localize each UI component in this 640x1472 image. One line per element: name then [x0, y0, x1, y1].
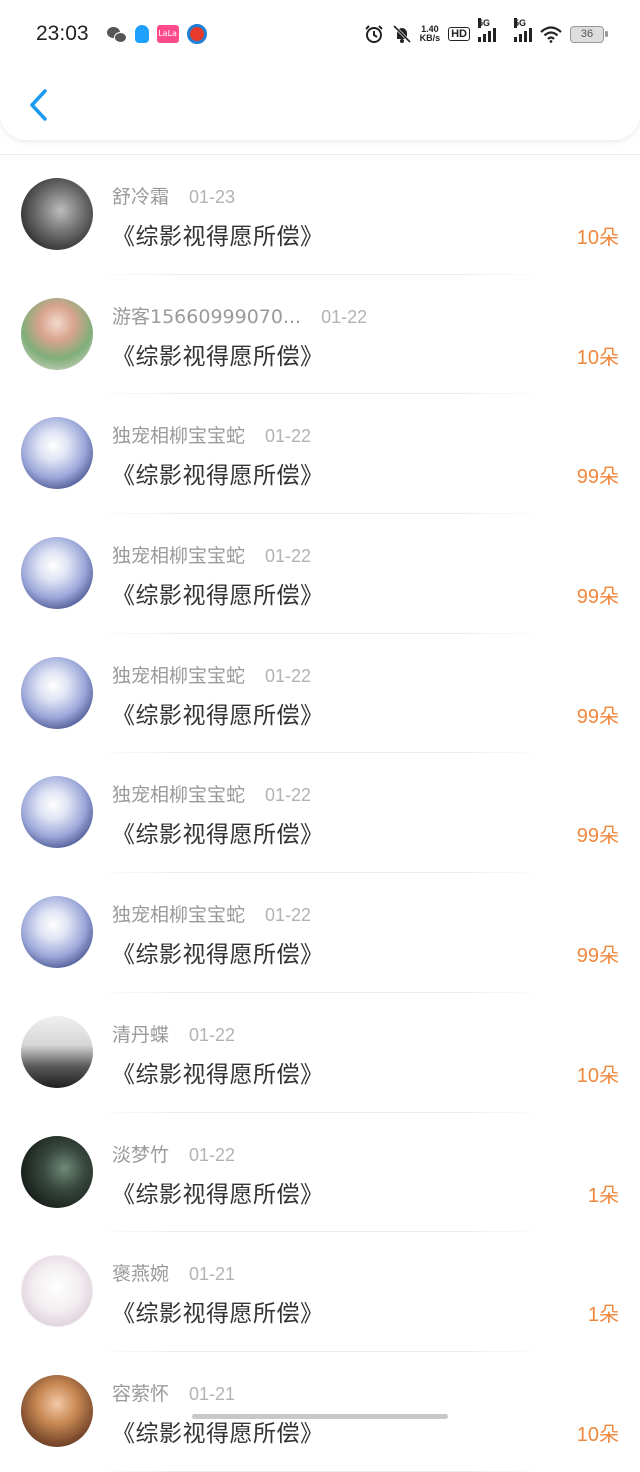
list-item[interactable]: 淡梦竹 01-22 《综影视得愿所偿》 1朵 — [0, 1113, 640, 1233]
user-name[interactable]: 清丹蝶 — [112, 1020, 169, 1047]
user-name[interactable]: 容萦怀 — [112, 1379, 169, 1406]
avatar[interactable] — [21, 1374, 93, 1447]
telecom-icon — [186, 24, 207, 44]
flower-amount: 10朵 — [576, 1062, 619, 1087]
user-info: 舒冷霜 01-23 — [112, 182, 235, 209]
gift-record-list: 舒冷霜 01-23 《综影视得愿所偿》 10朵 游客15660999070... 0… — [0, 154, 640, 1472]
book-title: 《综影视得愿所偿》 — [112, 1061, 324, 1088]
user-name[interactable]: 淡梦竹 — [112, 1140, 169, 1167]
flower-amount: 99朵 — [576, 584, 619, 609]
book-title: 《综影视得愿所偿》 — [112, 822, 324, 849]
book-title: 《综影视得愿所偿》 — [112, 1181, 324, 1208]
avatar[interactable] — [21, 1015, 93, 1088]
avatar[interactable] — [21, 776, 93, 849]
list-item[interactable]: 游客15660999070... 01-22 《综影视得愿所偿》 10朵 — [0, 275, 640, 395]
date: 01-22 — [265, 785, 312, 806]
signal-sim1-icon: 5G — [478, 18, 496, 42]
user-info: 独宠相柳宝宝蛇 01-22 — [112, 421, 311, 448]
clock: 23:03 — [36, 22, 89, 45]
network-speed: 1.40 KB/s — [419, 24, 441, 43]
flower-amount: 10朵 — [576, 1421, 619, 1446]
date: 01-22 — [265, 665, 312, 686]
book-title: 《综影视得愿所偿》 — [112, 583, 324, 610]
back-button[interactable] — [18, 82, 58, 128]
flower-amount: 99朵 — [576, 703, 619, 728]
date: 01-22 — [321, 306, 368, 327]
flower-amount: 99朵 — [576, 823, 619, 848]
avatar[interactable] — [21, 537, 93, 610]
user-info: 独宠相柳宝宝蛇 01-22 — [112, 541, 311, 568]
alarm-icon — [364, 25, 383, 43]
list-item[interactable]: 舒冷霜 01-23 《综影视得愿所偿》 10朵 — [0, 155, 640, 275]
avatar[interactable] — [21, 178, 93, 250]
user-name[interactable]: 舒冷霜 — [112, 182, 169, 209]
flower-amount: 99朵 — [576, 464, 619, 489]
user-name[interactable]: 独宠相柳宝宝蛇 — [112, 661, 245, 688]
date: 01-21 — [189, 1264, 236, 1285]
status-bar: 23:03 LaLa 1.40 KB/s HD 5G 5G 36 — [0, 14, 640, 54]
app-header: 23:03 LaLa 1.40 KB/s HD 5G 5G 36 — [0, 0, 640, 140]
user-name[interactable]: 褒燕婉 — [112, 1259, 169, 1286]
list-item[interactable]: 独宠相柳宝宝蛇 01-22 《综影视得愿所偿》 99朵 — [0, 634, 640, 754]
book-title: 《综影视得愿所偿》 — [112, 1301, 324, 1328]
book-title: 《综影视得愿所偿》 — [112, 224, 324, 250]
book-title: 《综影视得愿所偿》 — [112, 343, 324, 370]
flower-amount: 10朵 — [576, 225, 619, 249]
date: 01-22 — [265, 905, 312, 926]
mute-bell-icon — [392, 24, 411, 44]
user-info: 游客15660999070... 01-22 — [112, 302, 367, 329]
list-item[interactable]: 独宠相柳宝宝蛇 01-22 《综影视得愿所偿》 99朵 — [0, 394, 640, 514]
user-info: 褒燕婉 01-21 — [112, 1259, 235, 1286]
avatar[interactable] — [21, 417, 93, 490]
flower-amount: 10朵 — [576, 344, 619, 369]
date: 01-22 — [265, 426, 312, 447]
signal-sim2-icon: 5G — [514, 18, 532, 42]
wifi-icon — [540, 26, 562, 43]
date: 01-22 — [189, 1144, 236, 1165]
hd-voice-icon: HD — [448, 27, 470, 41]
battery-icon: 36 — [570, 25, 608, 43]
book-title: 《综影视得愿所偿》 — [112, 942, 324, 969]
user-name[interactable]: 独宠相柳宝宝蛇 — [112, 900, 245, 927]
avatar[interactable] — [21, 656, 93, 729]
user-info: 独宠相柳宝宝蛇 01-22 — [112, 900, 311, 927]
list-item[interactable]: 独宠相柳宝宝蛇 01-22 《综影视得愿所偿》 99朵 — [0, 514, 640, 634]
wechat-icon — [106, 26, 127, 43]
book-title: 《综影视得愿所偿》 — [112, 463, 324, 490]
user-info: 独宠相柳宝宝蛇 01-22 — [112, 661, 311, 688]
qq-icon — [134, 25, 149, 43]
list-item[interactable]: 清丹蝶 01-22 《综影视得愿所偿》 10朵 — [0, 993, 640, 1113]
chevron-left-icon — [30, 89, 47, 121]
flower-amount: 1朵 — [587, 1182, 619, 1207]
avatar[interactable] — [21, 896, 93, 969]
user-info: 淡梦竹 01-22 — [112, 1140, 235, 1167]
date: 01-21 — [189, 1383, 236, 1404]
battery-level: 36 — [580, 27, 594, 40]
book-title: 《综影视得愿所偿》 — [112, 702, 324, 729]
user-name[interactable]: 游客15660999070... — [112, 302, 301, 329]
user-name[interactable]: 独宠相柳宝宝蛇 — [112, 541, 245, 568]
home-indicator[interactable] — [192, 1414, 448, 1419]
date: 01-23 — [189, 187, 236, 207]
list-item[interactable]: 独宠相柳宝宝蛇 01-22 《综影视得愿所偿》 99朵 — [0, 873, 640, 993]
avatar[interactable] — [21, 297, 93, 370]
flower-amount: 99朵 — [576, 943, 619, 968]
avatar[interactable] — [21, 1135, 93, 1208]
list-item[interactable]: 容萦怀 01-21 《综影视得愿所偿》 10朵 — [0, 1352, 640, 1472]
lala-app-icon: LaLa — [156, 25, 179, 43]
user-info: 独宠相柳宝宝蛇 01-22 — [112, 780, 311, 807]
date: 01-22 — [265, 546, 312, 567]
user-name[interactable]: 独宠相柳宝宝蛇 — [112, 780, 245, 807]
list-item[interactable]: 独宠相柳宝宝蛇 01-22 《综影视得愿所偿》 99朵 — [0, 753, 640, 873]
user-info: 容萦怀 01-21 — [112, 1379, 235, 1406]
flower-amount: 1朵 — [587, 1302, 619, 1327]
user-info: 清丹蝶 01-22 — [112, 1020, 235, 1047]
user-name[interactable]: 独宠相柳宝宝蛇 — [112, 421, 245, 448]
date: 01-22 — [189, 1024, 236, 1045]
list-item[interactable]: 褒燕婉 01-21 《综影视得愿所偿》 1朵 — [0, 1232, 640, 1352]
avatar[interactable] — [21, 1255, 93, 1328]
